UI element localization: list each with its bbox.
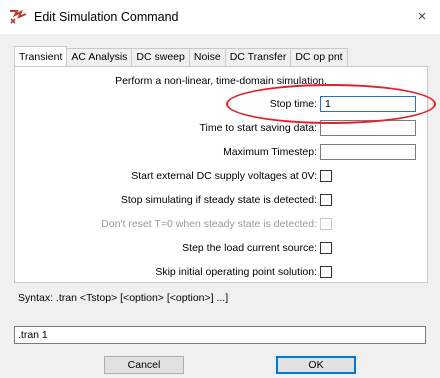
step-load-checkbox[interactable]	[320, 242, 332, 254]
max-timestep-input[interactable]	[320, 144, 416, 160]
skip-op-label: Skip initial operating point solution:	[155, 266, 317, 278]
ltspice-app-icon	[10, 9, 27, 24]
cancel-button[interactable]: Cancel	[104, 356, 184, 374]
stop-steady-checkbox[interactable]	[320, 194, 332, 206]
command-input[interactable]	[14, 326, 426, 344]
start-saving-label: Time to start saving data:	[199, 122, 318, 134]
stop-time-input[interactable]	[320, 96, 416, 112]
tab-transient[interactable]: Transient	[14, 46, 68, 66]
ok-button[interactable]: OK	[276, 356, 356, 374]
title-bar: Edit Simulation Command ×	[0, 0, 440, 34]
tab-dc-op-pnt[interactable]: DC op pnt	[290, 48, 348, 66]
max-timestep-label: Maximum Timestep:	[223, 146, 317, 158]
panel-description: Perform a non-linear, time-domain simula…	[115, 75, 327, 87]
dont-reset-checkbox	[320, 218, 332, 230]
stop-steady-label: Stop simulating if steady state is detec…	[120, 194, 317, 206]
syntax-text: Syntax: .tran <Tstop> [<option> [<option…	[18, 292, 229, 304]
tab-ac-analysis[interactable]: AC Analysis	[66, 48, 133, 66]
close-icon[interactable]: ×	[410, 6, 434, 28]
tab-noise[interactable]: Noise	[188, 48, 226, 66]
skip-op-checkbox[interactable]	[320, 266, 332, 278]
start-ext-dc-label: Start external DC supply voltages at 0V:	[131, 170, 317, 182]
tab-dc-transfer[interactable]: DC Transfer	[224, 48, 292, 66]
transient-panel: Perform a non-linear, time-domain simula…	[14, 66, 428, 283]
stop-time-label: Stop time:	[269, 98, 317, 110]
start-saving-input[interactable]	[320, 120, 416, 136]
tab-dc-sweep[interactable]: DC sweep	[131, 48, 190, 66]
dont-reset-label: Don't reset T=0 when steady state is det…	[101, 218, 317, 230]
start-ext-dc-checkbox[interactable]	[320, 170, 332, 182]
step-load-label: Step the load current source:	[182, 242, 317, 254]
tab-strip: Transient AC Analysis DC sweep Noise DC …	[14, 46, 348, 66]
window-title: Edit Simulation Command	[34, 10, 179, 24]
